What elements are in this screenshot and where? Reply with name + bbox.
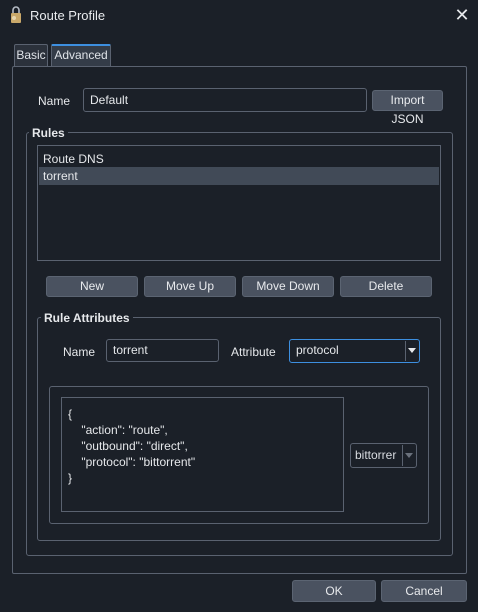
- move-down-button[interactable]: Move Down: [242, 276, 334, 297]
- attribute-select-value: protocol: [296, 343, 339, 357]
- cancel-button[interactable]: Cancel: [381, 580, 467, 602]
- json-editor[interactable]: { "action": "route", "outbound": "direct…: [61, 397, 344, 512]
- delete-button[interactable]: Delete: [340, 276, 432, 297]
- chevron-down-icon[interactable]: [408, 348, 416, 353]
- move-up-button[interactable]: Move Up: [144, 276, 236, 297]
- tab-advanced[interactable]: Advanced: [51, 44, 111, 66]
- profile-name-field[interactable]: Default: [83, 88, 367, 112]
- list-item[interactable]: Route DNS: [39, 150, 439, 168]
- value-select-text: bittorrer: [355, 448, 397, 462]
- attribute-select[interactable]: protocol: [289, 339, 420, 363]
- list-item[interactable]: torrent: [39, 167, 439, 185]
- window-title: Route Profile: [30, 8, 106, 23]
- select-divider: [405, 341, 406, 361]
- tab-basic[interactable]: Basic: [14, 44, 48, 66]
- attribute-label: Attribute: [231, 345, 276, 359]
- new-button[interactable]: New: [46, 276, 138, 297]
- close-icon[interactable]: ✕: [452, 5, 472, 25]
- app-icon: [11, 6, 21, 23]
- rule-attributes-title: Rule Attributes: [41, 311, 133, 325]
- chevron-down-icon[interactable]: [405, 453, 413, 458]
- rule-name-field[interactable]: torrent: [106, 339, 219, 362]
- import-json-button[interactable]: Import JSON: [372, 90, 443, 126]
- rules-group-title: Rules: [29, 126, 68, 140]
- ok-button[interactable]: OK: [292, 580, 376, 602]
- profile-name-label: Name: [38, 94, 71, 108]
- rule-name-label: Name: [63, 345, 96, 359]
- rules-list[interactable]: Route DNS torrent: [37, 145, 441, 261]
- value-select-divider: [402, 445, 403, 466]
